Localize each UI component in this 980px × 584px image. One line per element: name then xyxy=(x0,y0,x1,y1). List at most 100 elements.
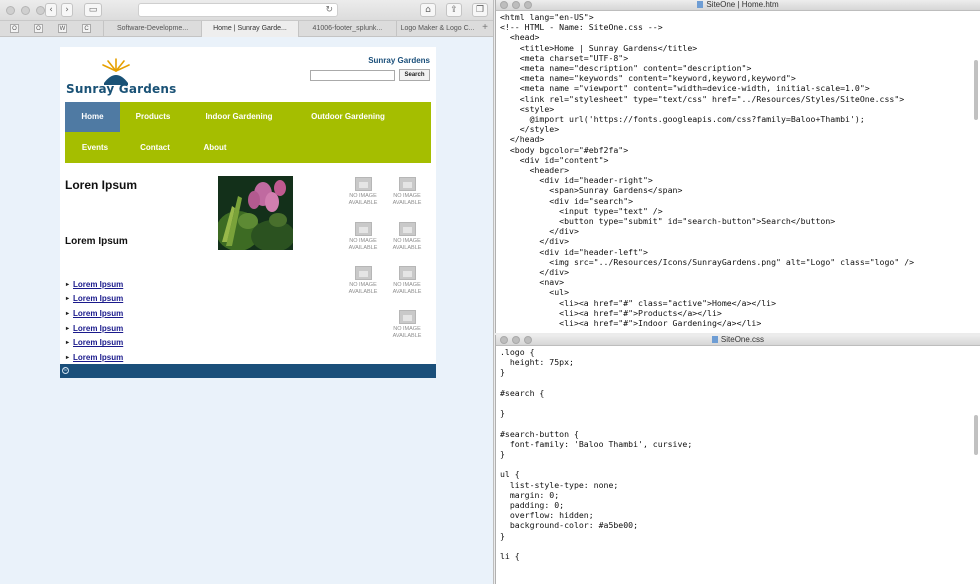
minimize-window-button[interactable] xyxy=(512,1,520,9)
image-placeholder-icon xyxy=(354,266,372,280)
favorite-icon[interactable]: C xyxy=(82,24,91,33)
code-line: list-style-type: none; xyxy=(500,479,619,490)
sidebar-icon[interactable]: ▭ xyxy=(84,3,102,17)
minimize-window-button[interactable] xyxy=(21,6,30,15)
reload-icon[interactable]: ↻ xyxy=(325,4,333,17)
list-item: ▸ Lorem Ipsum xyxy=(66,335,123,350)
favorite-icon[interactable]: O xyxy=(34,24,43,33)
list-item: ▸ Lorem Ipsum xyxy=(66,321,123,336)
code-line: <head> xyxy=(500,32,540,43)
code-line: <span>Sunray Gardens</span> xyxy=(500,185,683,196)
code-line: background-color: #a5be00; xyxy=(500,520,639,531)
code-line: <li><a href="#">Indoor Gardening</a></li… xyxy=(500,318,762,329)
home-icon[interactable]: ⌂ xyxy=(420,3,436,17)
lorem-link[interactable]: Lorem Ipsum xyxy=(73,309,123,318)
lorem-link[interactable]: Lorem Ipsum xyxy=(73,324,123,333)
nav-home[interactable]: Home xyxy=(65,102,120,132)
scrollbar[interactable] xyxy=(974,415,978,455)
lorem-link[interactable]: Lorem Ipsum xyxy=(73,338,123,347)
nav-outdoor-gardening[interactable]: Outdoor Gardening xyxy=(301,102,395,132)
forward-icon[interactable]: › xyxy=(61,3,73,17)
nav-indoor-gardening[interactable]: Indoor Gardening xyxy=(196,102,282,132)
code-line: <ul> xyxy=(500,287,570,298)
zoom-window-button[interactable] xyxy=(524,1,532,9)
code-line: @import url('https://fonts.googleapis.co… xyxy=(500,114,865,125)
nav-events[interactable]: Events xyxy=(65,133,125,163)
close-window-button[interactable] xyxy=(500,336,508,344)
bullet-arrow-icon: ▸ xyxy=(66,340,70,347)
tab-footer-splunk[interactable]: 41006-footer_splunk... xyxy=(298,21,395,37)
share-icon[interactable]: ⇪ xyxy=(446,3,462,17)
close-window-button[interactable] xyxy=(6,6,15,15)
lorem-link[interactable]: Lorem Ipsum xyxy=(73,294,123,303)
code-line: <style> xyxy=(500,103,555,114)
code-line: <!-- HTML - Name: SiteOne.css --> xyxy=(500,22,663,33)
favorite-icon[interactable]: W xyxy=(58,24,67,33)
lorem-link[interactable]: Lorem Ipsum xyxy=(73,353,123,362)
search-button[interactable]: Search xyxy=(399,69,430,81)
nav-about[interactable]: About xyxy=(189,133,241,163)
tab-home-sunray-gardens[interactable]: Home | Sunray Garde... xyxy=(200,21,299,37)
no-image-placeholder: NO IMAGE AVAILABLE xyxy=(388,222,426,262)
list-item: ▸ Lorem Ipsum xyxy=(66,306,123,321)
editor-titlebar: SiteOne.css xyxy=(496,335,980,346)
code-line: ul { xyxy=(500,469,520,480)
code-line: } xyxy=(500,530,505,541)
nav-contact[interactable]: Contact xyxy=(129,133,181,163)
copyright-icon: © xyxy=(62,367,69,374)
search-input[interactable] xyxy=(310,70,395,81)
favorite-icon[interactable]: O xyxy=(10,24,19,33)
code-line: overflow: hidden; xyxy=(500,510,594,521)
sub-heading: Lorem Ipsum xyxy=(65,236,128,247)
code-line: <html lang="en-US"> xyxy=(500,12,594,22)
code-line: } xyxy=(500,449,505,460)
code-line: } xyxy=(500,408,505,419)
bullet-arrow-icon: ▸ xyxy=(66,354,70,361)
tabs-overview-icon[interactable]: ❐ xyxy=(472,3,488,17)
code-line: li { xyxy=(500,551,520,562)
code-line: <img src="../Resources/Icons/SunrayGarde… xyxy=(500,256,915,267)
minimize-window-button[interactable] xyxy=(512,336,520,344)
code-line: font-family: 'Baloo Thambi', cursive; xyxy=(500,438,693,449)
code-line: padding: 0; xyxy=(500,500,565,511)
code-line: <header> xyxy=(500,165,570,176)
code-line: </div> xyxy=(500,236,570,247)
code-line: .logo { xyxy=(500,347,535,357)
list-item: ▸ Lorem Ipsum xyxy=(66,350,123,365)
no-image-placeholder: NO IMAGE AVAILABLE xyxy=(344,266,382,306)
image-placeholder-icon xyxy=(398,310,416,324)
code-line: #search-button { xyxy=(500,428,579,439)
lorem-link[interactable]: Lorem Ipsum xyxy=(73,280,123,289)
zoom-window-button[interactable] xyxy=(36,6,45,15)
nav-products[interactable]: Products xyxy=(127,102,179,132)
list-item: ▸ Lorem Ipsum xyxy=(66,277,123,292)
image-placeholder-icon xyxy=(398,222,416,236)
back-icon[interactable]: ‹ xyxy=(45,3,57,17)
code-area[interactable]: <html lang="en-US"> <!-- HTML - Name: Sit… xyxy=(496,11,980,331)
image-placeholder-icon xyxy=(354,177,372,191)
code-line: <div id="content"> xyxy=(500,154,609,165)
code-line: </head> xyxy=(500,134,545,145)
bullet-arrow-icon: ▸ xyxy=(66,296,70,303)
image-placeholder-icon xyxy=(398,266,416,280)
zoom-window-button[interactable] xyxy=(524,336,532,344)
scrollbar[interactable] xyxy=(974,60,978,120)
main-nav: Home Products Indoor Gardening Outdoor G… xyxy=(65,102,431,163)
document-icon xyxy=(697,1,704,8)
code-area[interactable]: .logo { height: 75px;} #search { } #sear… xyxy=(496,346,980,582)
close-window-button[interactable] xyxy=(500,1,508,9)
address-bar[interactable]: ↻ xyxy=(138,3,338,17)
no-image-placeholder: NO IMAGE AVAILABLE xyxy=(344,222,382,262)
garden-photo xyxy=(218,176,293,250)
bullet-arrow-icon: ▸ xyxy=(66,281,70,288)
html-editor-window: SiteOne | Home.htm <html lang="en-US"> <!… xyxy=(495,0,980,333)
code-line: <meta charset="UTF-8"> xyxy=(500,52,629,63)
tab-logo-maker[interactable]: Logo Maker & Logo C... xyxy=(395,21,478,37)
new-tab-button[interactable]: + xyxy=(477,21,493,36)
website-page: Sunray Gardens Sunray Gardens Search Hom… xyxy=(60,47,436,378)
tab-software-development[interactable]: Software-Developme... xyxy=(103,21,200,37)
window-controls xyxy=(500,336,532,344)
